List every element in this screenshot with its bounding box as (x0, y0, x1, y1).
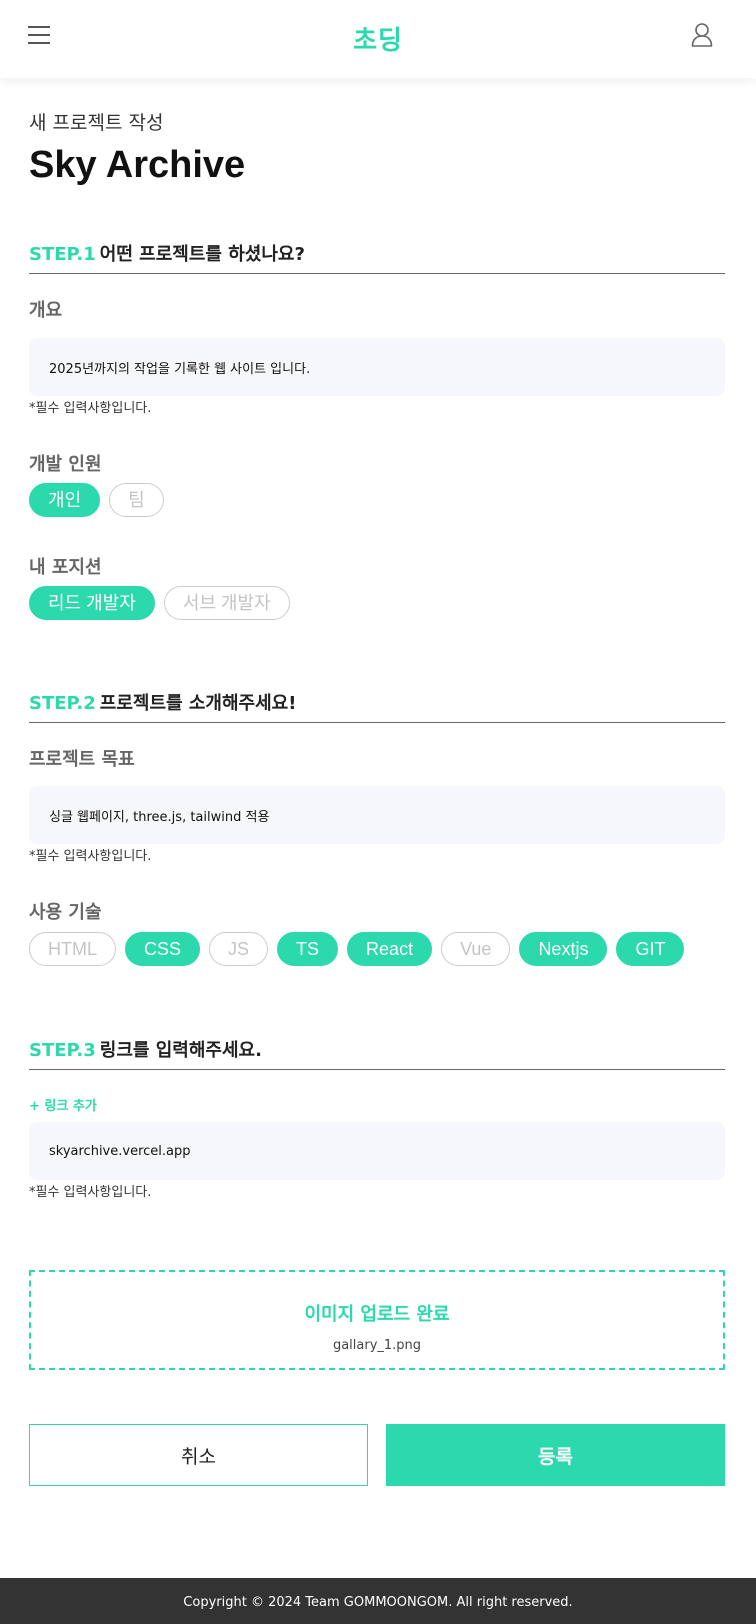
page-title: Sky Archive (29, 144, 246, 186)
step1-heading: STEP.1 어떤 프로젝트를 하셨나요? (29, 240, 725, 274)
step3-heading: STEP.3 링크를 입력해주세요. (29, 1036, 725, 1070)
step2-heading: STEP.2 프로젝트를 소개해주세요! (29, 689, 725, 723)
chip-team[interactable]: 팀 (109, 483, 164, 517)
project-goal-input[interactable] (29, 786, 725, 844)
overview-input[interactable] (29, 338, 725, 396)
link-input[interactable] (29, 1122, 725, 1180)
overview-label: 개요 (29, 300, 63, 321)
chip-git[interactable]: GIT (616, 932, 685, 966)
user-profile-icon[interactable] (690, 22, 714, 48)
chip-sub-developer[interactable]: 서브 개발자 (163, 586, 290, 620)
cancel-button[interactable]: 취소 (29, 1424, 368, 1486)
step1-text: 어떤 프로젝트를 하셨나요? (99, 244, 305, 265)
chip-js[interactable]: JS (209, 932, 269, 966)
link-required-note: *필수 입력사항입니다. (29, 1185, 152, 1200)
team-size-options: 개인 팀 (29, 483, 164, 517)
chip-html[interactable]: HTML (29, 932, 116, 966)
top-header: 초딩 (0, 0, 756, 78)
position-label: 내 포지션 (29, 557, 102, 578)
goal-required-note: *필수 입력사항입니다. (29, 849, 152, 864)
image-upload-area[interactable]: 이미지 업로드 완료 gallary_1.png (29, 1270, 725, 1370)
team-size-label: 개발 인원 (29, 454, 102, 475)
chip-vue[interactable]: Vue (441, 932, 511, 966)
overview-required-note: *필수 입력사항입니다. (29, 401, 152, 416)
position-options: 리드 개발자 서브 개발자 (29, 586, 290, 620)
tech-stack-options: HTML CSS JS TS React Vue Nextjs GIT (29, 932, 685, 966)
chip-css[interactable]: CSS (125, 932, 201, 966)
step2-text: 프로젝트를 소개해주세요! (99, 693, 297, 714)
chip-lead-developer[interactable]: 리드 개발자 (29, 586, 155, 620)
site-logo[interactable]: 초딩 (0, 20, 756, 57)
project-goal-label: 프로젝트 목표 (29, 749, 135, 770)
submit-button[interactable]: 등록 (386, 1424, 725, 1486)
step2-number: STEP.2 (29, 693, 96, 714)
chip-react[interactable]: React (347, 932, 433, 966)
step3-number: STEP.3 (29, 1040, 96, 1061)
page-subtitle: 새 프로젝트 작성 (29, 112, 164, 134)
step3-text: 링크를 입력해주세요. (99, 1040, 262, 1061)
add-link-button[interactable]: + 링크 추가 (29, 1095, 97, 1114)
tech-stack-label: 사용 기술 (29, 902, 102, 923)
copyright-text: Copyright © 2024 Team GOMMOONGOM. All ri… (183, 1595, 573, 1610)
chip-ts[interactable]: TS (277, 932, 339, 966)
step1-number: STEP.1 (29, 244, 96, 265)
page-footer: Copyright © 2024 Team GOMMOONGOM. All ri… (0, 1578, 756, 1624)
upload-filename: gallary_1.png (332, 1338, 422, 1353)
upload-status: 이미지 업로드 완료 (304, 1304, 450, 1325)
chip-nextjs[interactable]: Nextjs (519, 932, 608, 966)
chip-individual[interactable]: 개인 (29, 483, 101, 517)
